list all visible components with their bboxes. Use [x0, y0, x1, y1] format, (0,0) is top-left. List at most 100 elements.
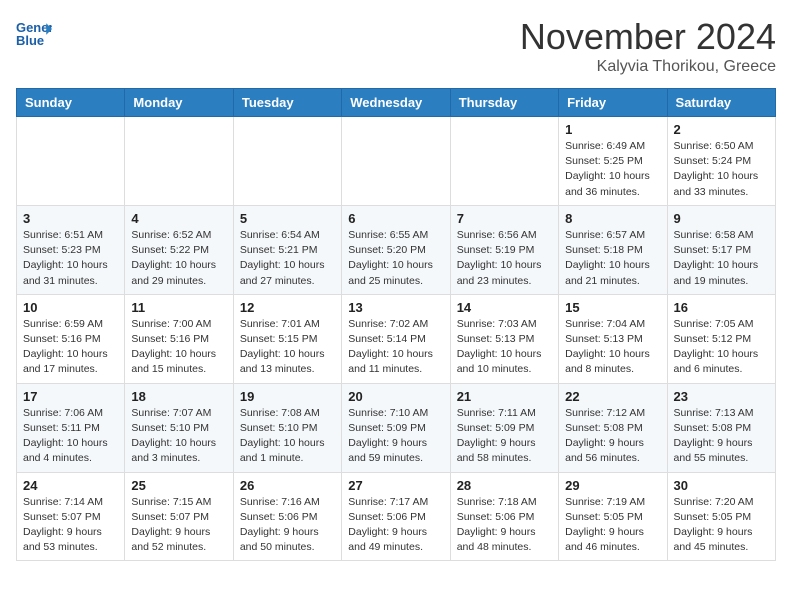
day-info: Sunrise: 7:07 AMSunset: 5:10 PMDaylight:…: [131, 406, 226, 467]
weekday-header-saturday: Saturday: [667, 89, 775, 117]
day-cell: 4 Sunrise: 6:52 AMSunset: 5:22 PMDaylight…: [125, 205, 233, 294]
day-info: Sunrise: 7:13 AMSunset: 5:08 PMDaylight:…: [674, 406, 769, 467]
logo-icon: General Blue: [16, 16, 52, 52]
day-number: 2: [674, 122, 769, 137]
day-info: Sunrise: 7:17 AMSunset: 5:06 PMDaylight:…: [348, 495, 443, 556]
day-number: 23: [674, 389, 769, 404]
day-info: Sunrise: 7:14 AMSunset: 5:07 PMDaylight:…: [23, 495, 118, 556]
day-cell: 28 Sunrise: 7:18 AMSunset: 5:06 PMDayligh…: [450, 472, 558, 561]
day-info: Sunrise: 7:12 AMSunset: 5:08 PMDaylight:…: [565, 406, 660, 467]
day-cell: 12 Sunrise: 7:01 AMSunset: 5:15 PMDayligh…: [233, 294, 341, 383]
day-info: Sunrise: 7:16 AMSunset: 5:06 PMDaylight:…: [240, 495, 335, 556]
day-cell: [125, 117, 233, 206]
day-number: 22: [565, 389, 660, 404]
day-info: Sunrise: 7:20 AMSunset: 5:05 PMDaylight:…: [674, 495, 769, 556]
day-info: Sunrise: 7:19 AMSunset: 5:05 PMDaylight:…: [565, 495, 660, 556]
day-cell: 26 Sunrise: 7:16 AMSunset: 5:06 PMDayligh…: [233, 472, 341, 561]
day-number: 21: [457, 389, 552, 404]
day-number: 9: [674, 211, 769, 226]
day-info: Sunrise: 7:06 AMSunset: 5:11 PMDaylight:…: [23, 406, 118, 467]
day-info: Sunrise: 6:56 AMSunset: 5:19 PMDaylight:…: [457, 228, 552, 289]
day-number: 16: [674, 300, 769, 315]
day-cell: 2 Sunrise: 6:50 AMSunset: 5:24 PMDaylight…: [667, 117, 775, 206]
day-cell: 23 Sunrise: 7:13 AMSunset: 5:08 PMDayligh…: [667, 383, 775, 472]
day-number: 26: [240, 478, 335, 493]
day-number: 28: [457, 478, 552, 493]
day-cell: [17, 117, 125, 206]
day-info: Sunrise: 6:58 AMSunset: 5:17 PMDaylight:…: [674, 228, 769, 289]
month-title: November 2024: [520, 16, 776, 58]
day-number: 19: [240, 389, 335, 404]
day-number: 27: [348, 478, 443, 493]
day-info: Sunrise: 7:00 AMSunset: 5:16 PMDaylight:…: [131, 317, 226, 378]
day-cell: 11 Sunrise: 7:00 AMSunset: 5:16 PMDayligh…: [125, 294, 233, 383]
day-info: Sunrise: 7:04 AMSunset: 5:13 PMDaylight:…: [565, 317, 660, 378]
logo: General Blue: [16, 16, 52, 52]
day-number: 20: [348, 389, 443, 404]
day-cell: 13Sunrise: 7:02 AMSunset: 5:14 PMDayligh…: [342, 294, 450, 383]
weekday-header-monday: Monday: [125, 89, 233, 117]
day-info: Sunrise: 6:50 AMSunset: 5:24 PMDaylight:…: [674, 139, 769, 200]
day-number: 17: [23, 389, 118, 404]
day-info: Sunrise: 6:49 AMSunset: 5:25 PMDaylight:…: [565, 139, 660, 200]
day-cell: 15 Sunrise: 7:04 AMSunset: 5:13 PMDayligh…: [559, 294, 667, 383]
week-row-1: 1Sunrise: 6:49 AMSunset: 5:25 PMDaylight…: [17, 117, 776, 206]
day-cell: 16 Sunrise: 7:05 AMSunset: 5:12 PMDayligh…: [667, 294, 775, 383]
day-number: 14: [457, 300, 552, 315]
week-row-3: 10 Sunrise: 6:59 AMSunset: 5:16 PMDayligh…: [17, 294, 776, 383]
week-row-4: 17 Sunrise: 7:06 AMSunset: 5:11 PMDayligh…: [17, 383, 776, 472]
day-number: 15: [565, 300, 660, 315]
day-info: Sunrise: 7:11 AMSunset: 5:09 PMDaylight:…: [457, 406, 552, 467]
day-info: Sunrise: 6:55 AMSunset: 5:20 PMDaylight:…: [348, 228, 443, 289]
day-info: Sunrise: 6:52 AMSunset: 5:22 PMDaylight:…: [131, 228, 226, 289]
day-cell: [450, 117, 558, 206]
day-number: 30: [674, 478, 769, 493]
day-number: 6: [348, 211, 443, 226]
day-cell: 17 Sunrise: 7:06 AMSunset: 5:11 PMDayligh…: [17, 383, 125, 472]
day-cell: 10 Sunrise: 6:59 AMSunset: 5:16 PMDayligh…: [17, 294, 125, 383]
day-number: 8: [565, 211, 660, 226]
day-info: Sunrise: 7:03 AMSunset: 5:13 PMDaylight:…: [457, 317, 552, 378]
day-cell: 19Sunrise: 7:08 AMSunset: 5:10 PMDayligh…: [233, 383, 341, 472]
day-info: Sunrise: 6:59 AMSunset: 5:16 PMDaylight:…: [23, 317, 118, 378]
day-cell: [233, 117, 341, 206]
day-cell: 3Sunrise: 6:51 AMSunset: 5:23 PMDaylight…: [17, 205, 125, 294]
day-number: 10: [23, 300, 118, 315]
day-info: Sunrise: 7:10 AMSunset: 5:09 PMDaylight:…: [348, 406, 443, 467]
day-cell: [342, 117, 450, 206]
day-info: Sunrise: 7:01 AMSunset: 5:15 PMDaylight:…: [240, 317, 335, 378]
day-cell: 30 Sunrise: 7:20 AMSunset: 5:05 PMDayligh…: [667, 472, 775, 561]
day-cell: 7Sunrise: 6:56 AMSunset: 5:19 PMDaylight…: [450, 205, 558, 294]
day-cell: 6 Sunrise: 6:55 AMSunset: 5:20 PMDaylight…: [342, 205, 450, 294]
weekday-header-row: SundayMondayTuesdayWednesdayThursdayFrid…: [17, 89, 776, 117]
weekday-header-wednesday: Wednesday: [342, 89, 450, 117]
day-info: Sunrise: 6:57 AMSunset: 5:18 PMDaylight:…: [565, 228, 660, 289]
day-number: 25: [131, 478, 226, 493]
day-cell: 14 Sunrise: 7:03 AMSunset: 5:13 PMDayligh…: [450, 294, 558, 383]
day-info: Sunrise: 6:54 AMSunset: 5:21 PMDaylight:…: [240, 228, 335, 289]
day-number: 4: [131, 211, 226, 226]
day-cell: 8 Sunrise: 6:57 AMSunset: 5:18 PMDaylight…: [559, 205, 667, 294]
day-info: Sunrise: 6:51 AMSunset: 5:23 PMDaylight:…: [23, 228, 118, 289]
weekday-header-tuesday: Tuesday: [233, 89, 341, 117]
day-info: Sunrise: 7:02 AMSunset: 5:14 PMDaylight:…: [348, 317, 443, 378]
day-info: Sunrise: 7:15 AMSunset: 5:07 PMDaylight:…: [131, 495, 226, 556]
week-row-5: 24Sunrise: 7:14 AMSunset: 5:07 PMDayligh…: [17, 472, 776, 561]
day-cell: 25 Sunrise: 7:15 AMSunset: 5:07 PMDayligh…: [125, 472, 233, 561]
day-number: 5: [240, 211, 335, 226]
weekday-header-sunday: Sunday: [17, 89, 125, 117]
svg-text:Blue: Blue: [16, 33, 44, 48]
week-row-2: 3Sunrise: 6:51 AMSunset: 5:23 PMDaylight…: [17, 205, 776, 294]
day-info: Sunrise: 7:05 AMSunset: 5:12 PMDaylight:…: [674, 317, 769, 378]
page-header: General Blue November 2024 Kalyvia Thori…: [16, 16, 776, 76]
weekday-header-friday: Friday: [559, 89, 667, 117]
day-cell: 27 Sunrise: 7:17 AMSunset: 5:06 PMDayligh…: [342, 472, 450, 561]
day-cell: 1Sunrise: 6:49 AMSunset: 5:25 PMDaylight…: [559, 117, 667, 206]
day-number: 11: [131, 300, 226, 315]
calendar-table: SundayMondayTuesdayWednesdayThursdayFrid…: [16, 88, 776, 561]
day-number: 29: [565, 478, 660, 493]
day-number: 12: [240, 300, 335, 315]
weekday-header-thursday: Thursday: [450, 89, 558, 117]
day-cell: 21 Sunrise: 7:11 AMSunset: 5:09 PMDayligh…: [450, 383, 558, 472]
day-info: Sunrise: 7:18 AMSunset: 5:06 PMDaylight:…: [457, 495, 552, 556]
